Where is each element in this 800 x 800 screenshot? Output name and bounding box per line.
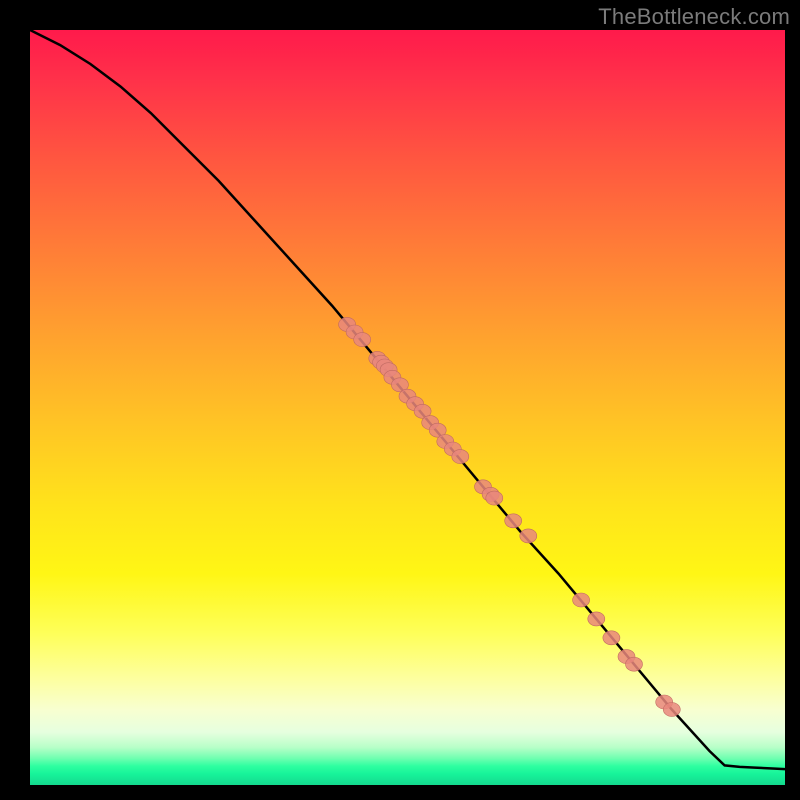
attribution-text: TheBottleneck.com <box>598 4 790 30</box>
scatter-marker <box>354 333 371 347</box>
scatter-marker <box>573 593 590 607</box>
scatter-marker <box>588 612 605 626</box>
scatter-marker <box>626 657 643 671</box>
scatter-marker <box>663 703 680 717</box>
scatter-marker <box>505 514 522 528</box>
plot-area <box>30 30 785 785</box>
chart-stage: TheBottleneck.com <box>0 0 800 800</box>
scatter-marker <box>520 529 537 543</box>
scatter-marker <box>486 491 503 505</box>
scatter-marker <box>452 450 469 464</box>
scatter-marker <box>603 631 620 645</box>
chart-svg <box>30 30 785 785</box>
scatter-markers-group <box>339 317 681 716</box>
